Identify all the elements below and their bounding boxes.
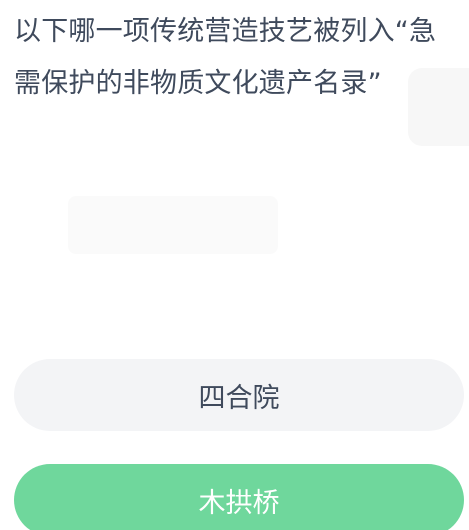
watermark-image: [68, 196, 278, 254]
question-text: 以下哪一项传统营造技艺被列入“急需保护的非物质文化遗产名录”: [14, 16, 437, 99]
answer-option-label: 木拱桥: [198, 487, 280, 519]
answer-option-label: 四合院: [198, 382, 280, 414]
quiz-page: 以下哪一项传统营造技艺被列入“急需保护的非物质文化遗产名录” 四合院 木拱桥: [0, 0, 469, 530]
answer-option-button-selected[interactable]: 木拱桥: [14, 464, 464, 530]
watermark-image: [408, 68, 469, 146]
answer-option-button[interactable]: 四合院: [14, 359, 464, 431]
